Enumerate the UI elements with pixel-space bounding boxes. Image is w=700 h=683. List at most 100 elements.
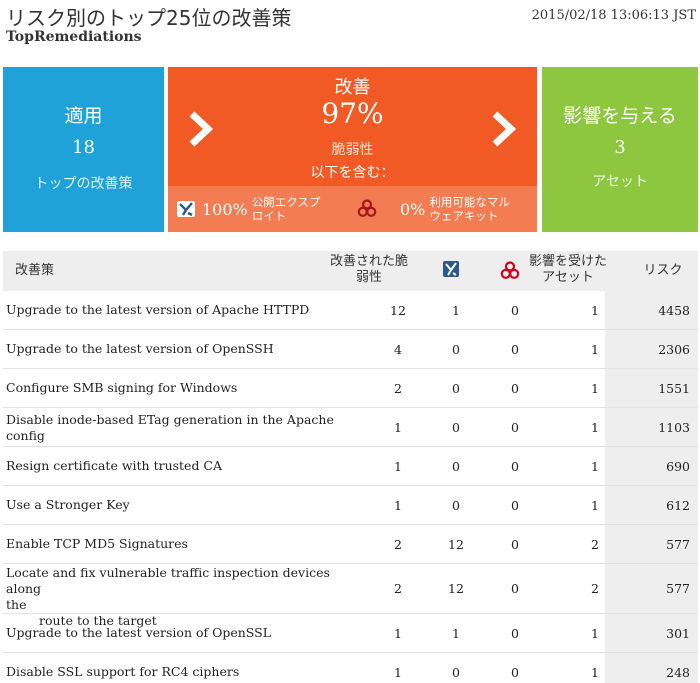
- remediation-tile[interactable]: 改善 97% 脆弱性 以下を含む： 100% 公開エクスプ ロイト 0% 利用可…: [168, 67, 537, 232]
- column-header-exploits[interactable]: [442, 259, 460, 284]
- exploit-summary: 100% 公開エクスプ ロイト: [176, 186, 320, 232]
- exploit-count: 0: [452, 497, 460, 513]
- table-row[interactable]: Disable inode-based ETag generation in t…: [3, 408, 698, 447]
- malware-count: 0: [511, 302, 519, 318]
- biohazard-icon: [500, 261, 520, 279]
- malware-label: 利用可能なマル ウェアキット: [429, 195, 510, 223]
- table-row[interactable]: Upgrade to the latest version of OpenSSH…: [3, 330, 698, 369]
- exploit-count: 12: [448, 536, 464, 552]
- biohazard-icon: [357, 199, 377, 219]
- exploit-label: 公開エクスプ ロイト: [252, 195, 321, 223]
- risk-score: 2306: [605, 330, 698, 368]
- malware-count: 0: [511, 536, 519, 552]
- report-title: リスク別のトップ25位の改善策: [6, 6, 292, 30]
- apply-tile-value: 18: [72, 137, 95, 158]
- risk-score: 690: [605, 447, 698, 485]
- remediation-name[interactable]: Enable TCP MD5 Signatures: [6, 525, 336, 563]
- malware-summary: 0% 利用可能なマル ウェアキット: [356, 186, 510, 232]
- remediation-name[interactable]: Upgrade to the latest version of OpenSSL: [6, 614, 336, 652]
- table-row[interactable]: Locate and fix vulnerable traffic inspec…: [3, 564, 698, 628]
- remediation-name[interactable]: Use a Stronger Key: [6, 486, 336, 524]
- table-row[interactable]: Upgrade to the latest version of Apache …: [3, 291, 698, 330]
- impact-tile-title: 影響を与える: [563, 105, 677, 127]
- malware-percent: 0%: [400, 199, 426, 219]
- vuln-count: 12: [390, 302, 406, 318]
- table-row[interactable]: Enable TCP MD5 Signatures 2 12 0 2 577: [3, 525, 698, 564]
- malware-label-line1: 利用可能なマル: [429, 195, 510, 209]
- report-subtitle: TopRemediations: [6, 29, 142, 45]
- remediation-name[interactable]: Locate and fix vulnerable traffic inspec…: [6, 564, 336, 628]
- column-header-remediation[interactable]: 改善策: [15, 263, 54, 279]
- remediation-tile-title: 改善: [334, 77, 371, 98]
- remediation-name[interactable]: Resign certificate with trusted CA: [6, 447, 336, 485]
- column-header-assets-line1: 影響を受けた: [528, 254, 607, 269]
- exploit-count: 0: [452, 458, 460, 474]
- risk-score: 1103: [605, 408, 698, 446]
- exploit-icon: [443, 261, 459, 277]
- vuln-count: 1: [394, 458, 402, 474]
- malware-label-line2: ウェアキット: [429, 209, 499, 223]
- vuln-count: 1: [394, 419, 402, 435]
- risk-score: 577: [605, 564, 698, 613]
- remediation-breakdown: 100% 公開エクスプ ロイト 0% 利用可能なマル ウェアキット: [168, 186, 537, 232]
- column-header-risk[interactable]: リスク: [633, 263, 693, 279]
- exploit-label-line1: 公開エクスプ: [251, 195, 321, 209]
- table-row[interactable]: Upgrade to the latest version of OpenSSL…: [3, 614, 698, 653]
- column-header-affected-assets[interactable]: 影響を受けた アセット: [519, 254, 617, 286]
- impact-tile-label: アセット: [592, 174, 648, 190]
- column-header-vulnerabilities[interactable]: 改善された脆 弱性: [319, 254, 419, 286]
- column-header-vulnerabilities-line1: 改善された脆: [329, 254, 408, 269]
- remediation-name-line2: the: [6, 597, 27, 612]
- remediation-name[interactable]: Upgrade to the latest version of Apache …: [6, 291, 336, 329]
- column-header-malware[interactable]: [499, 260, 521, 287]
- exploit-icon: [177, 201, 195, 217]
- exploit-label-line2: ロイト: [251, 209, 287, 223]
- exploit-count: 1: [452, 625, 460, 641]
- vuln-count: 1: [394, 497, 402, 513]
- remediation-name[interactable]: Disable SSL support for RC4 ciphers: [6, 653, 336, 683]
- vuln-count: 4: [394, 341, 402, 357]
- malware-count: 0: [511, 380, 519, 396]
- exploit-count: 0: [452, 664, 460, 680]
- risk-score: 301: [605, 614, 698, 652]
- table-row[interactable]: Disable SSL support for RC4 ciphers 1 0 …: [3, 653, 698, 683]
- exploit-percent: 100%: [202, 199, 248, 219]
- risk-score: 1551: [605, 369, 698, 407]
- remediation-name[interactable]: Disable inode-based ETag generation in t…: [6, 408, 336, 446]
- report-date: 2015/02/18 13:06:13 JST: [531, 8, 696, 23]
- impact-tile-value: 3: [614, 137, 626, 158]
- remediation-name[interactable]: Upgrade to the latest version of OpenSSH: [6, 330, 336, 368]
- vuln-count: 2: [394, 536, 402, 552]
- column-header-assets-line2: アセット: [542, 270, 594, 285]
- malware-count: 0: [511, 458, 519, 474]
- table-header: 改善策 改善された脆 弱性 影響を受けた アセット リスク: [3, 251, 698, 291]
- apply-tile-title: 適用: [64, 105, 103, 127]
- exploit-count: 12: [448, 581, 464, 596]
- table-row[interactable]: Use a Stronger Key 1 0 0 1 612: [3, 486, 698, 525]
- remediation-name[interactable]: Configure SMB signing for Windows: [6, 369, 336, 407]
- risk-score: 612: [605, 486, 698, 524]
- malware-count: 0: [511, 497, 519, 513]
- malware-count: 0: [511, 625, 519, 641]
- remediation-name-line1: Locate and fix vulnerable traffic inspec…: [6, 565, 330, 596]
- exploit-count: 0: [452, 419, 460, 435]
- impact-tile[interactable]: 影響を与える 3 アセット: [542, 67, 698, 232]
- table-row[interactable]: Resign certificate with trusted CA 1 0 0…: [3, 447, 698, 486]
- malware-count: 0: [511, 581, 519, 596]
- apply-tile[interactable]: 適用 18 トップの改善策: [3, 67, 164, 232]
- vuln-count: 1: [394, 625, 402, 641]
- remediation-table: Upgrade to the latest version of Apache …: [3, 291, 698, 683]
- malware-count: 0: [511, 664, 519, 680]
- exploit-count: 1: [452, 302, 460, 318]
- risk-score: 248: [605, 653, 698, 683]
- remediation-includes-label: 以下を含む：: [310, 165, 395, 181]
- table-row[interactable]: Configure SMB signing for Windows 2 0 0 …: [3, 369, 698, 408]
- exploit-count: 0: [452, 341, 460, 357]
- malware-count: 0: [511, 419, 519, 435]
- malware-count: 0: [511, 341, 519, 357]
- remediation-vuln-label: 脆弱性: [331, 142, 374, 158]
- exploit-count: 0: [452, 380, 460, 396]
- vuln-count: 2: [394, 581, 402, 596]
- risk-score: 577: [605, 525, 698, 563]
- apply-tile-label: トップの改善策: [34, 176, 133, 192]
